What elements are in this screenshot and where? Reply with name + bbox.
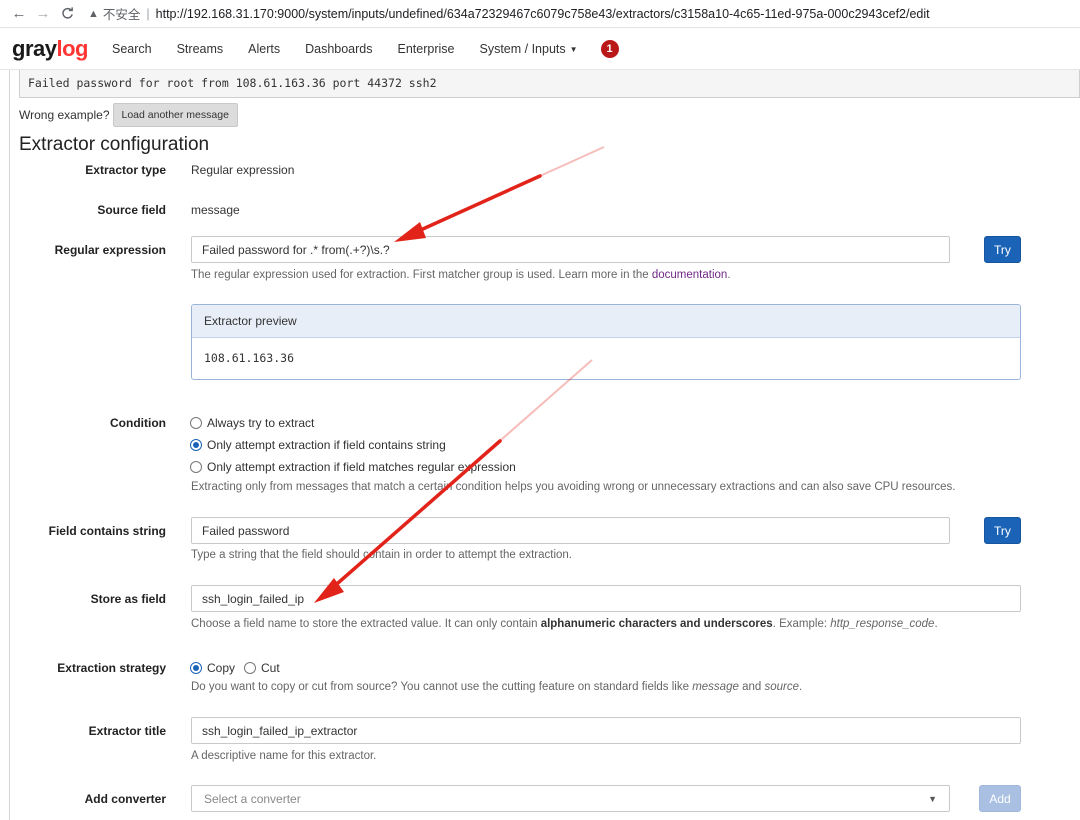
strategy-help-em2: source [764,681,799,693]
strategy-help-em1: message [692,681,739,693]
field-contains-help: Type a string that the field should cont… [191,549,572,561]
strategy-label: Extraction strategy [57,661,166,675]
extractor-title-input[interactable]: ssh_login_failed_ip_extractor [191,717,1021,744]
extractor-type-value: Regular expression [191,163,295,177]
store-as-help-suffix: . [934,618,938,630]
extractor-preview-value: 108.61.163.36 [204,351,295,365]
strategy-help-prefix: Do you want to copy or cut from source? … [191,681,693,693]
field-contains-input[interactable]: Failed password [191,517,950,544]
radio-always[interactable] [190,417,202,429]
store-as-help-example: http_response_code [830,618,935,630]
insecure-label: 不安全 [102,8,141,22]
radio-copy[interactable] [190,662,202,674]
condition-option-contains[interactable]: Only attempt extraction if field contain… [190,438,446,452]
condition-option-matches[interactable]: Only attempt extraction if field matches… [190,460,516,474]
content-left-border [9,70,10,820]
forward-arrow-icon[interactable]: → [32,3,54,25]
regex-try-button[interactable]: Try [984,236,1021,263]
select-arrow-icon: ▼ [928,793,937,804]
condition-option-always[interactable]: Always try to extract [190,416,314,430]
nav-enterprise[interactable]: Enterprise [398,42,455,56]
browser-toolbar: ← → ▲ 不安全 | http://192.168.31.170:9000/s… [0,0,1080,28]
caret-down-icon: ▼ [569,44,578,54]
add-converter-button[interactable]: Add [979,785,1021,812]
example-message: Failed password for root from 108.61.163… [19,70,1080,98]
condition-option-matches-label: Only attempt extraction if field matches… [207,460,516,474]
regex-label: Regular expression [54,243,166,257]
regex-help-suffix: . [727,269,731,281]
converter-select-placeholder: Select a converter [204,791,301,806]
converter-select[interactable]: Select a converter ▼ [191,785,950,812]
extractor-preview-title: Extractor preview [192,305,1020,338]
wrong-example-label: Wrong example? [19,108,110,122]
arrow-to-regex-icon [394,146,605,242]
documentation-link[interactable]: documentation [652,269,727,281]
radio-contains[interactable] [190,439,202,451]
nav-dashboards[interactable]: Dashboards [305,42,372,56]
add-converter-label: Add converter [84,792,166,806]
condition-option-contains-label: Only attempt extraction if field contain… [207,438,446,452]
radio-matches[interactable] [190,461,202,473]
store-as-label: Store as field [90,592,166,606]
field-contains-try-button[interactable]: Try [984,517,1021,544]
store-as-input[interactable]: ssh_login_failed_ip [191,585,1021,612]
extractor-title-help: A descriptive name for this extractor. [191,750,377,762]
nav-alerts[interactable]: Alerts [248,42,280,56]
nav-system-inputs[interactable]: System / Inputs ▼ [479,42,577,56]
extractor-type-label: Extractor type [85,163,166,177]
strategy-copy-label: Copy [207,661,236,675]
section-title: Extractor configuration [19,134,210,155]
load-another-message-button[interactable]: Load another message [112,103,238,127]
notification-badge[interactable]: 1 [600,39,619,58]
url-separator: | [146,6,150,21]
store-as-help-mid: . Example: [772,618,831,630]
strategy-help-mid: and [738,681,765,693]
source-field-value: message [191,203,240,217]
logo-text-gray: gray [12,35,57,61]
condition-option-always-label: Always try to extract [207,416,315,430]
regex-input[interactable]: Failed password for .* from(.+?)\s.? [191,236,950,263]
store-as-help-prefix: Choose a field name to store the extract… [191,618,541,630]
reload-arrow-icon [61,7,73,19]
wrong-example-row: Wrong example? Load another message [19,103,238,127]
extractor-title-label: Extractor title [88,724,166,738]
regex-help-prefix: The regular expression used for extracti… [191,269,652,281]
app-navbar: gray log Search Streams Alerts Dashboards… [0,28,1080,70]
address-bar[interactable]: ▲ 不安全 | http://192.168.31.170:9000/syste… [88,3,930,25]
store-as-help: Choose a field name to store the extract… [191,618,938,630]
nav-streams[interactable]: Streams [177,42,224,56]
field-contains-label: Field contains string [48,524,166,538]
extractor-preview-panel: Extractor preview 108.61.163.36 [191,304,1021,380]
strategy-cut-label: Cut [261,661,280,675]
condition-help: Extracting only from messages that match… [191,481,956,493]
strategy-options: Copy Cut [190,661,280,675]
nav-system-inputs-label: System / Inputs [479,41,566,56]
back-arrow-icon[interactable]: ← [8,3,30,25]
reload-icon[interactable] [56,3,78,25]
logo-text-log: log [56,35,88,61]
graylog-logo[interactable]: gray log [12,36,88,62]
nav-search[interactable]: Search [112,42,152,56]
regex-help: The regular expression used for extracti… [191,269,731,281]
url-text: http://192.168.31.170:9000/system/inputs… [155,6,930,21]
source-field-label: Source field [97,203,166,217]
condition-label: Condition [110,416,166,430]
strategy-help-suffix: . [798,681,803,693]
strategy-help: Do you want to copy or cut from source? … [191,681,802,693]
store-as-help-bold: alphanumeric characters and underscores [540,618,773,630]
radio-cut[interactable] [244,662,257,674]
warning-icon: ▲ [88,7,99,20]
